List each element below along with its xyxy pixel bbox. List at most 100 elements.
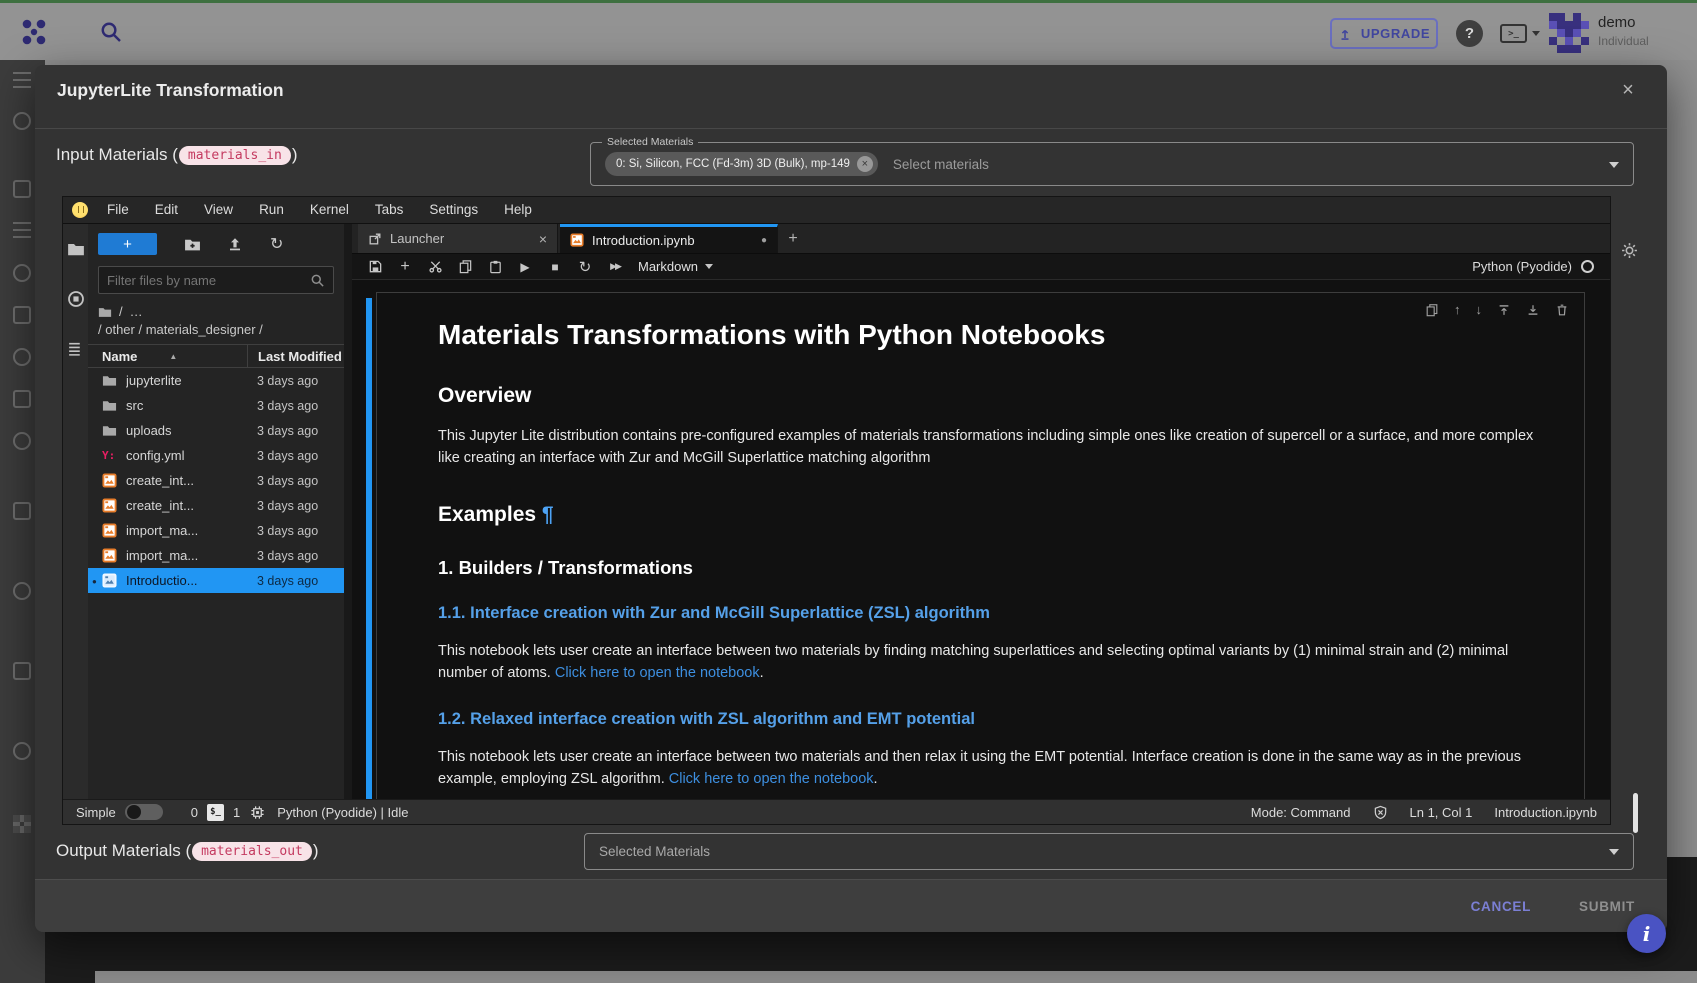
output-materials-select[interactable]: Selected Materials	[584, 833, 1634, 870]
modal-scrollbar-thumb[interactable]	[1633, 793, 1638, 833]
open-file-dot-icon: ●	[92, 577, 97, 586]
menu-tabs[interactable]: Tabs	[362, 197, 417, 223]
sidebar-icon	[13, 222, 31, 240]
restart-kernel-icon[interactable]: ↻	[570, 258, 600, 276]
kernel-selector[interactable]: Python (Pyodide)	[1472, 259, 1602, 274]
sidebar-icon	[13, 662, 31, 680]
insert-cell-below-icon[interactable]	[1526, 303, 1540, 317]
help-button[interactable]: ?	[1456, 20, 1483, 47]
upgrade-button[interactable]: UPGRADE	[1330, 18, 1438, 49]
chevron-down-icon	[1532, 31, 1540, 40]
tab-close-icon[interactable]: ×	[539, 231, 547, 247]
cut-cell-icon[interactable]	[420, 259, 450, 274]
upload-icon[interactable]	[227, 236, 245, 252]
menu-kernel[interactable]: Kernel	[297, 197, 362, 223]
sidebar-icon	[13, 432, 31, 450]
menu-view[interactable]: View	[191, 197, 246, 223]
new-launcher-button[interactable]: +	[98, 233, 157, 255]
kernel-status[interactable]: Python (Pyodide) | Idle	[277, 805, 408, 820]
menu-file[interactable]: File	[94, 197, 142, 223]
sidebar-icon	[13, 502, 31, 520]
paste-cell-icon[interactable]	[480, 259, 510, 274]
filter-files-box[interactable]	[98, 266, 334, 294]
selected-materials-select[interactable]: Selected Materials 0: Si, Silicon, FCC (…	[590, 142, 1634, 186]
cell-type-dropdown[interactable]: Markdown	[638, 259, 713, 274]
menu-run[interactable]: Run	[246, 197, 297, 223]
file-row[interactable]: create_int... 3 days ago	[88, 468, 344, 493]
console-selector[interactable]: >_	[1500, 24, 1540, 43]
save-icon[interactable]	[360, 259, 390, 274]
pilcrow-anchor-icon[interactable]: ¶	[542, 503, 554, 526]
selected-cell-bar[interactable]	[366, 298, 372, 799]
output-label-paren: )	[313, 841, 319, 861]
column-name[interactable]: Name▲	[88, 349, 247, 364]
dock-tabbar: Launcher × Introduction.ipynb ● +	[352, 224, 1610, 254]
running-kernels-icon[interactable]	[67, 290, 85, 308]
filter-files-input[interactable]	[107, 273, 310, 288]
insert-cell-above-icon[interactable]	[1497, 303, 1511, 317]
info-fab-button[interactable]: i	[1627, 914, 1666, 953]
new-folder-icon[interactable]	[184, 236, 202, 253]
new-tab-button[interactable]: +	[778, 224, 808, 253]
column-last-modified[interactable]: Last Modified	[247, 345, 344, 367]
file-row[interactable]: jupyterlite 3 days ago	[88, 368, 344, 393]
file-row[interactable]: Y: config.yml 3 days ago	[88, 443, 344, 468]
copy-cell-icon[interactable]	[450, 259, 480, 274]
unsaved-dot-icon: ●	[761, 235, 767, 246]
insert-cell-icon[interactable]: +	[390, 258, 420, 276]
dropdown-caret-icon[interactable]	[1609, 162, 1619, 173]
markdown-cell[interactable]: ↑ ↓ Materials Transformations with Pytho…	[376, 292, 1585, 799]
breadcrumb[interactable]: / …	[88, 298, 344, 319]
file-row[interactable]: import_ma... 3 days ago	[88, 518, 344, 543]
output-materials-label: Output Materials (materials_out)	[56, 841, 319, 861]
open-notebook-link[interactable]: Click here to open the notebook	[669, 771, 874, 787]
breadcrumb-ellipsis[interactable]: …	[130, 304, 143, 319]
tab-launcher[interactable]: Launcher ×	[358, 224, 558, 253]
home-folder-icon[interactable]	[98, 305, 112, 319]
move-cell-down-icon[interactable]: ↓	[1476, 302, 1483, 317]
section12-heading-link[interactable]: 1.2. Relaxed interface creation with ZSL…	[438, 710, 1558, 729]
table-of-contents-icon[interactable]	[67, 340, 84, 357]
yaml-file-icon: Y:	[102, 449, 118, 462]
chip-remove-icon[interactable]: ×	[857, 156, 873, 172]
open-notebook-link[interactable]: Click here to open the notebook	[555, 665, 760, 681]
terminal-icon: >_	[1500, 24, 1527, 43]
run-cell-icon[interactable]: ▶	[510, 260, 540, 274]
file-row[interactable]: uploads 3 days ago	[88, 418, 344, 443]
duplicate-cell-icon[interactable]	[1425, 303, 1439, 317]
restart-run-all-icon[interactable]: ▶▶	[600, 261, 630, 272]
simple-mode-label: Simple	[76, 805, 116, 820]
filter-search-icon	[310, 273, 325, 288]
settings-gear-icon[interactable]	[1621, 242, 1638, 259]
file-browser-icon[interactable]	[67, 240, 85, 258]
avatar[interactable]	[1549, 13, 1589, 53]
stop-kernel-icon[interactable]: ■	[540, 260, 570, 274]
menu-settings[interactable]: Settings	[416, 197, 491, 223]
file-row[interactable]: import_ma... 3 days ago	[88, 543, 344, 568]
refresh-icon[interactable]: ↻	[270, 234, 288, 254]
simple-mode-toggle[interactable]	[125, 804, 163, 820]
menu-edit[interactable]: Edit	[142, 197, 191, 223]
search-icon[interactable]	[99, 20, 123, 44]
section11-heading-link[interactable]: 1.1. Interface creation with Zur and McG…	[438, 604, 1558, 623]
breadcrumb-path[interactable]: / other / materials_designer /	[88, 319, 344, 344]
delete-cell-icon[interactable]	[1555, 303, 1569, 317]
close-icon[interactable]: ×	[1615, 77, 1641, 103]
material-chip[interactable]: 0: Si, Silicon, FCC (Fd-3m) 3D (Bulk), m…	[605, 152, 878, 176]
menu-help[interactable]: Help	[491, 197, 545, 223]
panel-splitter[interactable]	[344, 224, 352, 799]
file-row[interactable]: create_int... 3 days ago	[88, 493, 344, 518]
terminal-count[interactable]: 0	[191, 805, 198, 820]
submit-button[interactable]: SUBMIT	[1579, 899, 1635, 914]
cancel-button[interactable]: CANCEL	[1471, 899, 1531, 914]
menu-icon	[13, 72, 31, 90]
apps-grid-icon	[13, 815, 31, 833]
tab-introduction-ipynb[interactable]: Introduction.ipynb ●	[560, 224, 778, 253]
kernel-count[interactable]: 1	[233, 805, 240, 820]
file-row[interactable]: src 3 days ago	[88, 393, 344, 418]
material-chip-label: 0: Si, Silicon, FCC (Fd-3m) 3D (Bulk), m…	[616, 158, 850, 170]
file-row-selected[interactable]: ● Introductio... 3 days ago	[88, 568, 344, 593]
move-cell-up-icon[interactable]: ↑	[1454, 302, 1461, 317]
brand-logo-icon[interactable]	[18, 16, 50, 48]
notebook-file-icon	[102, 473, 118, 488]
